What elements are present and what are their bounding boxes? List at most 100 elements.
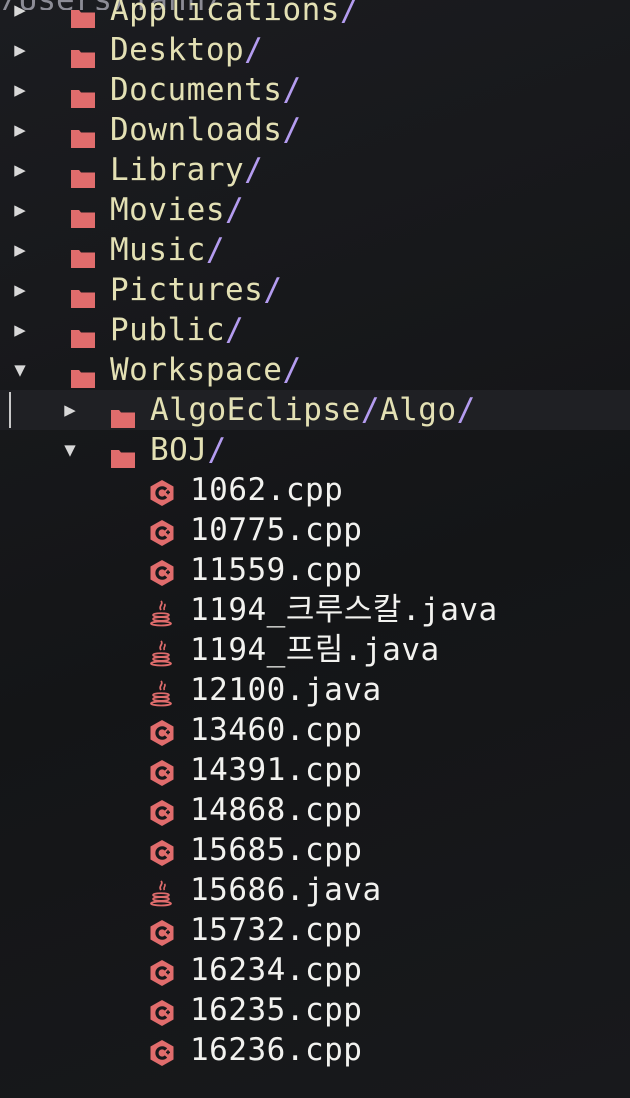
collapse-arrow-icon[interactable]: ▶ (10, 110, 30, 150)
cpp-icon (148, 757, 176, 786)
java-icon (148, 637, 176, 667)
folder-label: Pictures/ (110, 270, 282, 310)
cpp-icon (148, 517, 176, 546)
tree-row-folder[interactable]: ▶ Library/ (0, 150, 630, 190)
path-separator: / (263, 272, 283, 308)
cpp-icon (148, 997, 176, 1026)
cpp-icon (148, 837, 176, 866)
file-name: 12100.java (190, 672, 382, 708)
tree-row-folder[interactable]: ▼ Workspace/ (0, 350, 630, 390)
tree-row-file[interactable]: 1062.cpp (0, 470, 630, 510)
java-icon (148, 597, 176, 627)
tree-row-folder[interactable]: ▶ Public/ (0, 310, 630, 350)
folder-label: Public/ (110, 310, 244, 350)
tree-row-folder[interactable]: ▶ Movies/ (0, 190, 630, 230)
cpp-icon (148, 797, 176, 826)
file-name: 16235.cpp (190, 992, 363, 1028)
collapse-arrow-icon[interactable]: ▶ (10, 190, 30, 230)
tree-row-folder[interactable]: ▶ Pictures/ (0, 270, 630, 310)
tree-row-file[interactable]: 12100.java (0, 670, 630, 710)
folder-name: Library (110, 152, 245, 188)
folder-label: BOJ/ (150, 430, 227, 470)
folder-icon (70, 119, 96, 148)
collapse-arrow-icon[interactable]: ▶ (10, 30, 30, 70)
folder-name: AlgoEclipse (150, 392, 361, 428)
path-separator: / (282, 112, 302, 148)
tree-row-folder[interactable]: ▶ AlgoEclipse/Algo/ (0, 390, 630, 430)
collapse-arrow-icon[interactable]: ▶ (10, 70, 30, 110)
tree-row-folder[interactable]: ▶ Documents/ (0, 70, 630, 110)
path-separator: / (360, 392, 380, 428)
path-separator: / (282, 72, 302, 108)
folder-name: Public (110, 312, 225, 348)
tree-row-folder[interactable]: ▼ BOJ/ (0, 430, 630, 470)
tree-row-file[interactable]: 16234.cpp (0, 950, 630, 990)
folder-name: Workspace (110, 352, 283, 388)
tree-row-file[interactable]: 15732.cpp (0, 910, 630, 950)
file-name: 11559.cpp (190, 552, 363, 588)
tree-row-file[interactable]: 16235.cpp (0, 990, 630, 1030)
cpp-icon (148, 957, 176, 986)
file-name: 16234.cpp (190, 952, 363, 988)
folder-label: Movies/ (110, 190, 244, 230)
collapse-arrow-icon[interactable]: ▶ (10, 0, 30, 30)
tree-row-file[interactable]: 1194_크루스칼.java (0, 590, 630, 630)
collapse-arrow-icon[interactable]: ▶ (60, 390, 80, 430)
tree-row-folder[interactable]: ▶ Music/ (0, 230, 630, 270)
tree-row-file[interactable]: 13460.cpp (0, 710, 630, 750)
expand-arrow-icon[interactable]: ▼ (10, 350, 30, 390)
path-separator: / (244, 32, 264, 68)
folder-label: Documents/ (110, 70, 302, 110)
file-tree: ▶ Applications/▶ Desktop/▶ Documents/▶ Downl… (0, 0, 630, 1070)
path-separator: / (224, 312, 245, 348)
folder-name: Documents (110, 72, 283, 108)
folder-icon (70, 39, 96, 68)
cpp-icon (148, 1037, 176, 1066)
java-icon (148, 877, 176, 907)
folder-icon (70, 239, 96, 268)
path-separator: / (207, 432, 227, 468)
cpp-icon (148, 917, 176, 946)
folder-icon (70, 79, 96, 108)
folder-label: Downloads/ (110, 110, 302, 150)
folder-name: Downloads (110, 112, 283, 148)
file-name: 13460.cpp (190, 712, 363, 748)
tree-row-file[interactable]: 14391.cpp (0, 750, 630, 790)
folder-icon (70, 359, 96, 388)
collapse-arrow-icon[interactable]: ▶ (10, 150, 30, 190)
tree-row-file[interactable]: 14868.cpp (0, 790, 630, 830)
folder-name: Algo (379, 392, 457, 428)
tree-row-file[interactable]: 1194_프림.java (0, 630, 630, 670)
file-name: 1194_프림.java (190, 632, 440, 668)
path-separator: / (244, 152, 264, 188)
folder-icon (110, 439, 136, 468)
file-name: 15685.cpp (190, 832, 363, 868)
folder-name: Desktop (110, 32, 245, 68)
collapse-arrow-icon[interactable]: ▶ (10, 230, 30, 270)
folder-label: AlgoEclipse/Algo/ (150, 390, 476, 430)
file-name: 15732.cpp (190, 912, 363, 948)
tree-row-file[interactable]: 15685.cpp (0, 830, 630, 870)
folder-label: Music/ (110, 230, 225, 270)
tree-row-file[interactable]: 15686.java (0, 870, 630, 910)
file-name: 10775.cpp (190, 512, 363, 548)
tree-row-file[interactable]: 10775.cpp (0, 510, 630, 550)
file-name: 14391.cpp (190, 752, 363, 788)
collapse-arrow-icon[interactable]: ▶ (10, 270, 30, 310)
cpp-icon (148, 717, 176, 746)
tree-row-file[interactable]: 11559.cpp (0, 550, 630, 590)
expand-arrow-icon[interactable]: ▼ (60, 430, 80, 470)
folder-label: Desktop/ (110, 30, 263, 70)
tree-row-folder[interactable]: ▶ Desktop/ (0, 30, 630, 70)
tree-row-folder[interactable]: ▶ Downloads/ (0, 110, 630, 150)
tree-row-file[interactable]: 16236.cpp (0, 1030, 630, 1070)
path-separator: / (205, 232, 225, 268)
folder-icon (70, 279, 96, 308)
cpp-icon (148, 477, 176, 506)
collapse-arrow-icon[interactable]: ▶ (10, 310, 30, 350)
folder-label: Applications/ (110, 0, 359, 30)
tree-row-folder[interactable]: ▶ Applications/ (0, 0, 630, 30)
folder-name: Applications (110, 0, 340, 28)
file-name: 15686.java (190, 872, 382, 908)
folder-name: Music (110, 232, 206, 268)
